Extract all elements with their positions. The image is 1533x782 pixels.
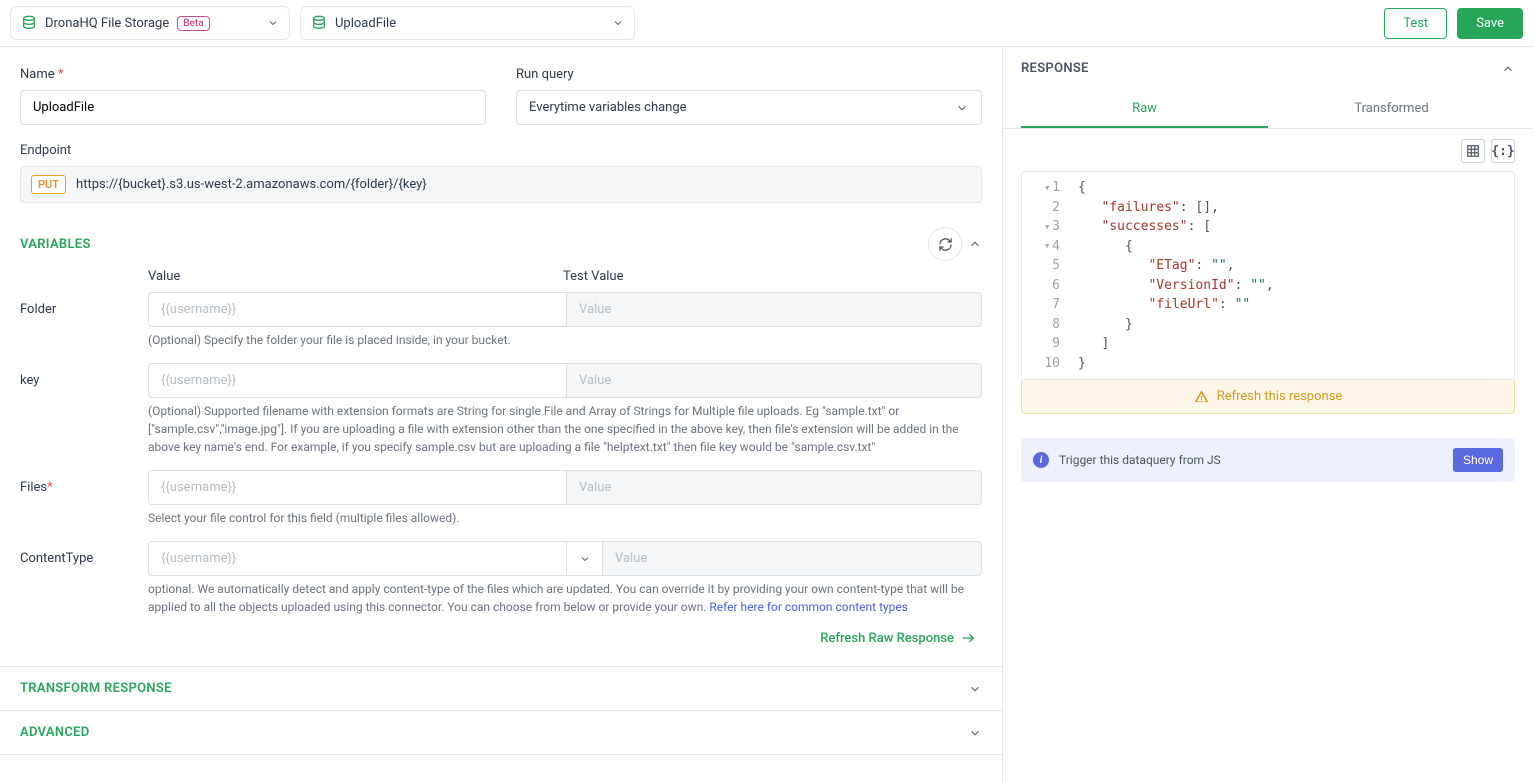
response-code: ▼12▼3▼45678910 { "failures": [], "succes… (1021, 171, 1515, 380)
tab-transformed[interactable]: Transformed (1268, 91, 1515, 128)
method-badge: PUT (31, 175, 66, 194)
json-view-button[interactable]: {:} (1491, 139, 1515, 163)
var-key-label: key (20, 363, 148, 388)
transform-title: TRANSFORM RESPONSE (20, 681, 172, 696)
transform-response-section[interactable]: TRANSFORM RESPONSE (0, 666, 1002, 710)
test-button[interactable]: Test (1384, 8, 1447, 39)
var-contenttype-dropdown[interactable] (567, 541, 603, 576)
chevron-down-icon (968, 726, 982, 740)
trigger-text: Trigger this dataquery from JS (1059, 453, 1443, 467)
right-pane: RESPONSE Raw Transformed {:} ▼12▼3▼45678… (1003, 47, 1533, 782)
database-icon (311, 15, 327, 31)
tab-raw[interactable]: Raw (1021, 91, 1268, 128)
refresh-icon-button[interactable] (928, 227, 962, 261)
refresh-response-banner[interactable]: Refresh this response (1021, 380, 1515, 414)
save-button[interactable]: Save (1457, 8, 1523, 39)
var-folder-value[interactable] (148, 292, 567, 327)
code-gutter: ▼12▼3▼45678910 (1022, 172, 1068, 379)
trigger-box: i Trigger this dataquery from JS Show (1021, 438, 1515, 482)
collapse-variables-button[interactable] (968, 237, 982, 251)
name-input[interactable] (20, 90, 486, 125)
action-label: UploadFile (335, 16, 396, 31)
chevron-down-icon (267, 17, 279, 29)
var-folder-help: (Optional) Specify the folder your file … (20, 331, 982, 349)
table-view-button[interactable] (1461, 139, 1485, 163)
top-toolbar: DronaHQ File Storage Beta UploadFile Tes… (0, 0, 1533, 47)
var-contenttype-value[interactable] (148, 541, 567, 576)
var-key-value[interactable] (148, 363, 567, 398)
action-selector[interactable]: UploadFile (300, 6, 635, 40)
chevron-up-icon (968, 237, 982, 251)
left-pane: Name * Run query Everytime variables cha… (0, 47, 1003, 782)
endpoint-url: https://{bucket}.s3.us-west-2.amazonaws.… (76, 177, 427, 192)
chevron-up-icon (1501, 62, 1515, 76)
var-contenttype-test[interactable] (603, 541, 982, 576)
connector-label: DronaHQ File Storage (45, 16, 169, 31)
advanced-section[interactable]: ADVANCED (0, 710, 1002, 755)
response-title: RESPONSE (1021, 61, 1089, 76)
runquery-select[interactable]: Everytime variables change (516, 90, 982, 125)
arrow-right-icon (960, 630, 976, 646)
table-icon (1466, 144, 1480, 158)
chevron-down-icon (612, 17, 624, 29)
runquery-value: Everytime variables change (529, 100, 687, 115)
content-types-link[interactable]: Refer here for common content types (709, 600, 908, 614)
var-files-label: Files* (20, 470, 148, 495)
runquery-label: Run query (516, 67, 982, 82)
refresh-icon (938, 237, 953, 252)
chevron-down-icon (955, 101, 969, 115)
col-test-header: Test Value (563, 269, 624, 284)
var-folder-label: Folder (20, 292, 148, 317)
endpoint-box: PUT https://{bucket}.s3.us-west-2.amazon… (20, 166, 982, 203)
var-contenttype-help: optional. We automatically detect and ap… (20, 580, 982, 616)
database-icon (21, 15, 37, 31)
var-key-test[interactable] (567, 363, 982, 398)
refresh-raw-response-link[interactable]: Refresh Raw Response (820, 630, 976, 646)
info-icon: i (1033, 452, 1049, 468)
var-key-help: (Optional) Supported filename with exten… (20, 402, 982, 456)
var-contenttype-label: ContentType (20, 541, 148, 566)
endpoint-label: Endpoint (20, 143, 982, 158)
beta-badge: Beta (177, 16, 209, 31)
var-files-value[interactable] (148, 470, 567, 505)
collapse-response-button[interactable] (1501, 62, 1515, 76)
col-value-header: Value (148, 269, 563, 284)
name-label: Name * (20, 67, 486, 82)
chevron-down-icon (579, 553, 591, 565)
var-files-test[interactable] (567, 470, 982, 505)
code-body: { "failures": [], "successes": [ { "ETag… (1068, 172, 1514, 379)
advanced-title: ADVANCED (20, 725, 90, 740)
show-button[interactable]: Show (1453, 448, 1503, 472)
variables-heading: VARIABLES (20, 237, 91, 252)
var-files-help: Select your file control for this field … (20, 509, 982, 527)
warning-icon (1194, 389, 1209, 404)
connector-selector[interactable]: DronaHQ File Storage Beta (10, 6, 290, 40)
chevron-down-icon (968, 682, 982, 696)
var-folder-test[interactable] (567, 292, 982, 327)
